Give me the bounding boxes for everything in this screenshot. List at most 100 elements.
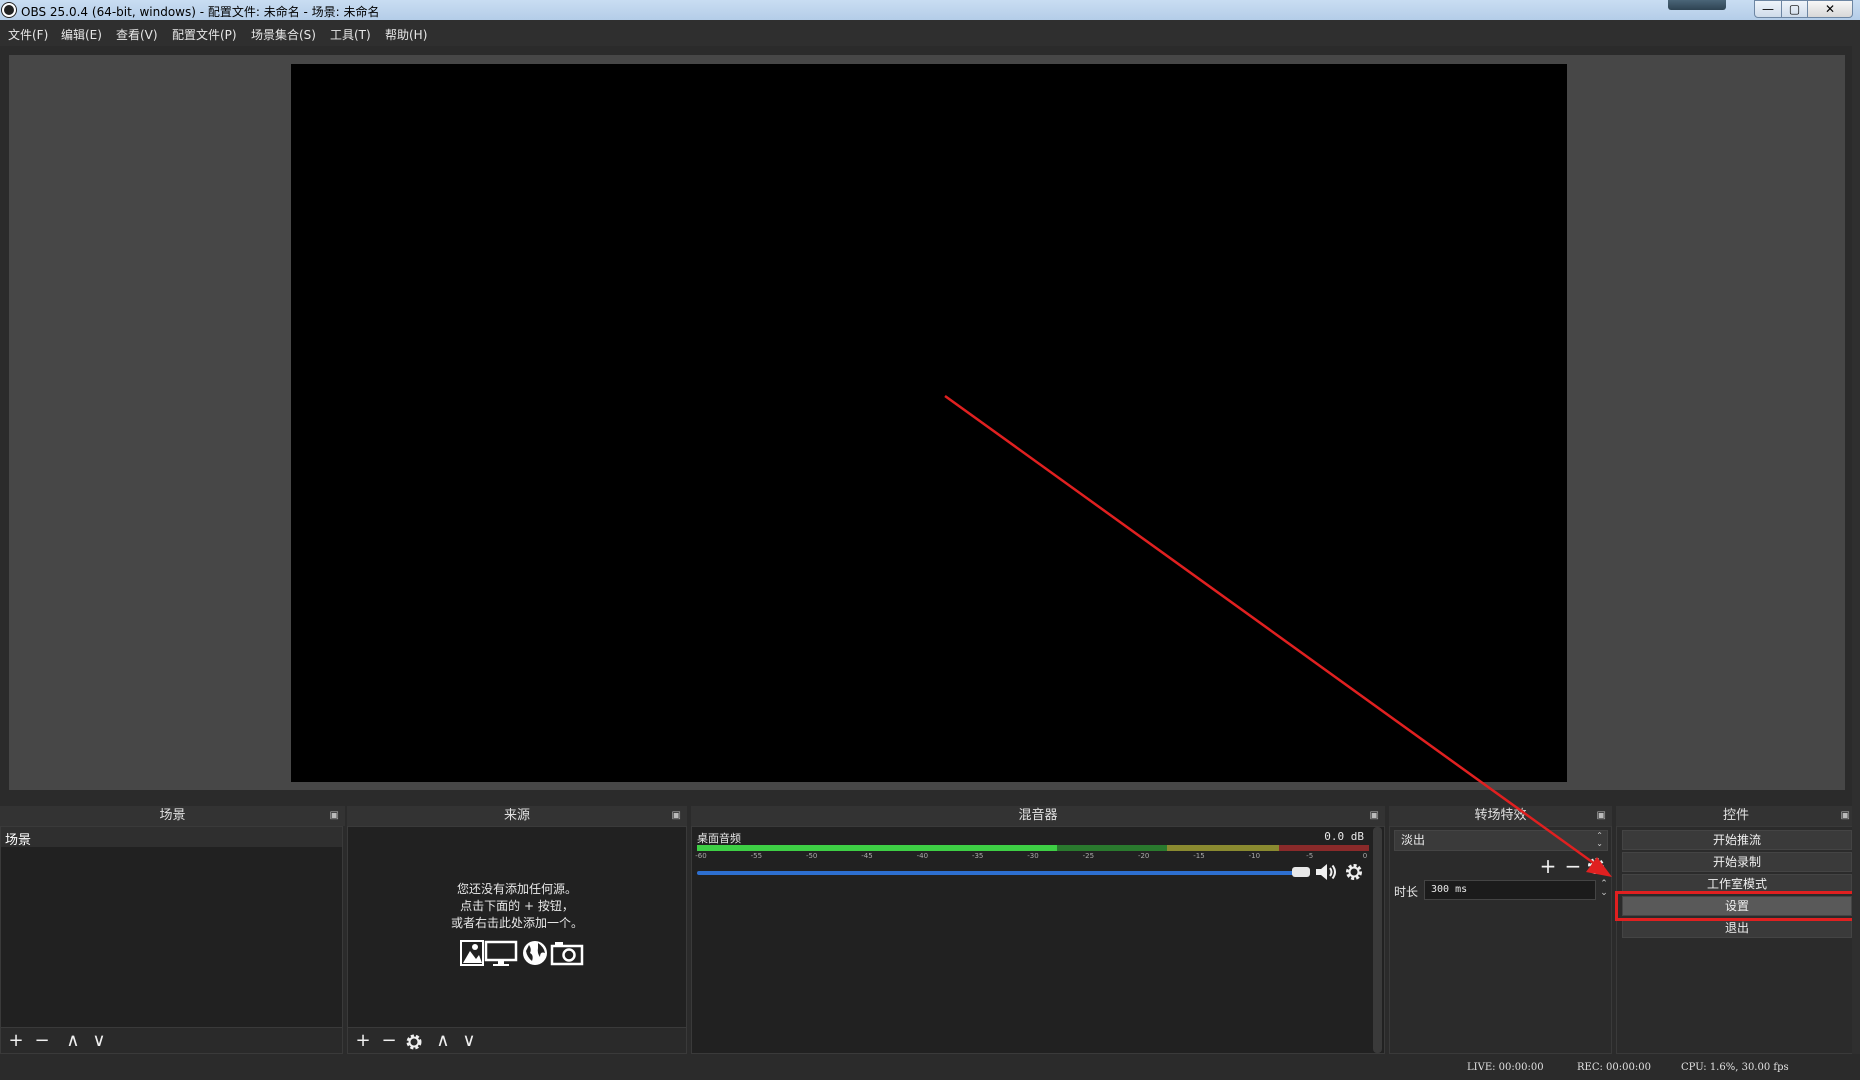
rec-timer: REC: 00:00:00: [1577, 1062, 1651, 1073]
remove-transition-button[interactable]: −: [1562, 855, 1584, 877]
scenes-dock-label: 场景: [159, 808, 186, 823]
preview-canvas[interactable]: [291, 64, 1567, 782]
scene-item-label: 场景: [5, 833, 32, 848]
sources-dock-label: 来源: [503, 808, 530, 823]
speaker-mute-icon[interactable]: [1314, 861, 1338, 883]
volume-meter: [697, 845, 1369, 851]
menu-file[interactable]: 文件(F): [8, 26, 48, 43]
meter-tick-label: -25: [1082, 852, 1095, 860]
dock-float-icon[interactable]: ▣: [672, 806, 681, 826]
studio-mode-button[interactable]: 工作室模式: [1622, 874, 1852, 894]
transition-properties-gear-icon[interactable]: [1586, 856, 1606, 876]
display-icon: [484, 940, 518, 966]
meter-tick-label: 0: [1362, 852, 1368, 860]
menubar: 文件(F) 编辑(E) 查看(V) 配置文件(P) 场景集合(S) 工具(T) …: [0, 20, 1860, 46]
camera-icon: [550, 942, 584, 966]
scene-list-item[interactable]: 场景: [1, 827, 342, 848]
hint-line: 您还没有添加任何源。: [456, 882, 577, 896]
dock-float-icon[interactable]: ▣: [1370, 806, 1379, 826]
transition-selected-value: 淡出: [1401, 833, 1426, 847]
transition-select[interactable]: 淡出 ⌃ ⌄: [1394, 830, 1608, 851]
obs-logo-icon: [2, 3, 16, 17]
sources-empty-hint: 您还没有添加任何源。 点击下面的 + 按钮， 或者右击此处添加一个。: [348, 881, 686, 932]
move-scene-down-button[interactable]: ∨: [88, 1031, 110, 1051]
controls-dock-title: 控件 ▣: [1616, 806, 1856, 826]
scenes-dock: 场景 + − ∧ ∨: [0, 826, 343, 1054]
sources-dock-title: 来源 ▣: [347, 806, 687, 826]
remove-scene-button[interactable]: −: [31, 1031, 53, 1051]
settings-button[interactable]: 设置: [1622, 896, 1852, 916]
start-recording-button[interactable]: 开始录制: [1622, 852, 1852, 872]
mixer-dock: 桌面音频 0.0 dB -60 -55 -50 -45 -40 -35 -30 -25 -20-…: [691, 826, 1385, 1054]
close-button[interactable]: ✕: [1807, 0, 1853, 18]
meter-yellow-segment: [1167, 845, 1279, 851]
dock-float-icon[interactable]: ▣: [330, 806, 339, 826]
maximize-button[interactable]: ▢: [1781, 0, 1808, 18]
remove-source-button[interactable]: −: [378, 1031, 400, 1051]
sources-toolbar: + − ∧ ∨: [348, 1027, 686, 1053]
scenes-toolbar: + − ∧ ∨: [1, 1027, 342, 1053]
meter-dark-green-segment: [1057, 845, 1167, 851]
menu-edit[interactable]: 编辑(E): [61, 26, 102, 43]
mixer-level-readout: 0.0 dB: [1324, 830, 1364, 843]
add-transition-button[interactable]: +: [1537, 855, 1559, 877]
window-title: OBS 25.0.4 (64-bit, windows) - 配置文件: 未命名…: [21, 5, 380, 19]
transitions-dock-label: 转场特效: [1474, 808, 1527, 823]
window-right-scrollbar[interactable]: [1852, 46, 1860, 1054]
duration-input[interactable]: 300 ms: [1424, 880, 1596, 900]
move-source-down-button[interactable]: ∨: [458, 1031, 480, 1051]
meter-tick-label: -45: [861, 852, 873, 860]
add-scene-button[interactable]: +: [5, 1031, 27, 1051]
source-properties-gear-icon[interactable]: [404, 1032, 424, 1052]
window-titlebar: OBS 25.0.4 (64-bit, windows) - 配置文件: 未命名…: [0, 0, 1860, 20]
hint-line: 点击下面的 + 按钮，: [460, 899, 574, 913]
minimize-button[interactable]: —: [1754, 0, 1782, 18]
meter-green-segment: [697, 845, 1057, 851]
menu-view[interactable]: 查看(V): [116, 26, 158, 43]
controls-dock-label: 控件: [1722, 808, 1749, 823]
meter-tick-labels: -60 -55 -50 -45 -40 -35 -30 -25 -20 -15 -10 -5 0: [695, 852, 1369, 864]
meter-tick-label: -60: [695, 852, 707, 860]
duration-label: 时长: [1394, 885, 1419, 899]
meter-tick-label: -30: [1027, 852, 1039, 860]
menu-tools[interactable]: 工具(T): [330, 26, 371, 43]
volume-fader-handle[interactable]: [1292, 867, 1310, 877]
mixer-dock-title: 混音器 ▣: [691, 806, 1385, 826]
cpu-fps: CPU: 1.6%, 30.00 fps: [1681, 1062, 1789, 1073]
mixer-dock-label: 混音器: [1018, 808, 1058, 823]
duration-spinner[interactable]: ⌃ ⌄: [1597, 880, 1611, 900]
exit-button[interactable]: 退出: [1622, 918, 1852, 938]
volume-fader-track[interactable]: [697, 871, 1297, 875]
meter-tick-label: -20: [1137, 852, 1150, 860]
sources-dock[interactable]: 您还没有添加任何源。 点击下面的 + 按钮， 或者右击此处添加一个。 + − ∧…: [347, 826, 687, 1054]
browser-globe-icon: [523, 941, 547, 965]
hint-line: 或者右击此处添加一个。: [450, 916, 583, 930]
scenes-dock-title: 场景 ▣: [0, 806, 345, 826]
meter-tick-label: -50: [805, 852, 818, 860]
mixer-scrollbar[interactable]: [1373, 827, 1382, 1053]
menu-help[interactable]: 帮助(H): [385, 26, 427, 43]
mixer-track-name: 桌面音频: [697, 832, 741, 845]
meter-tick-label: -55: [750, 852, 763, 860]
move-scene-up-button[interactable]: ∧: [62, 1031, 84, 1051]
dock-float-icon[interactable]: ▣: [1597, 806, 1606, 826]
meter-red-segment: [1279, 845, 1369, 851]
dock-float-icon[interactable]: ▣: [1841, 806, 1850, 826]
menu-scene-collection[interactable]: 场景集合(S): [251, 26, 316, 43]
controls-dock: 开始推流 开始录制 工作室模式 设置 退出: [1616, 826, 1856, 1054]
meter-tick-label: -35: [971, 852, 984, 860]
mixer-settings-gear-icon[interactable]: [1344, 862, 1364, 882]
live-timer: LIVE: 00:00:00: [1467, 1062, 1544, 1073]
tray-widget: [1668, 0, 1726, 10]
start-streaming-button[interactable]: 开始推流: [1622, 830, 1852, 850]
meter-tick-label: -10: [1248, 852, 1261, 860]
meter-tick-label: -5: [1306, 852, 1314, 860]
move-source-up-button[interactable]: ∧: [432, 1031, 454, 1051]
meter-tick-label: -40: [916, 852, 929, 860]
add-source-button[interactable]: +: [352, 1031, 374, 1051]
statusbar: LIVE: 00:00:00 REC: 00:00:00 CPU: 1.6%, …: [0, 1054, 1860, 1080]
transitions-dock-title: 转场特效 ▣: [1389, 806, 1612, 826]
meter-tick-label: -15: [1193, 852, 1205, 860]
menu-profile[interactable]: 配置文件(P): [172, 26, 237, 43]
select-arrows-icon: ⌃ ⌄: [1596, 831, 1603, 848]
